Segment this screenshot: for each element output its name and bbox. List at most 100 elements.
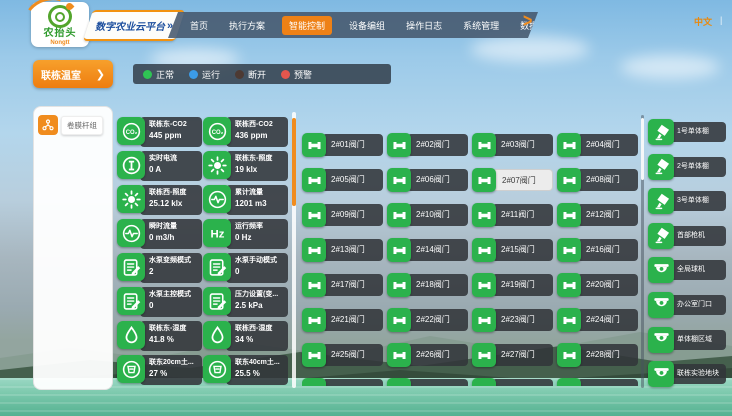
valve-button[interactable]: 2#09阀门 <box>302 203 386 229</box>
sensor-tile[interactable]: 联栋东-湿度 41.8 % <box>117 321 202 351</box>
valve-button[interactable]: 2#11阀门 <box>472 203 556 229</box>
valve-label: 2#06阀门 <box>407 169 468 191</box>
nav-item[interactable]: 视频中心 <box>573 16 617 35</box>
nav-item[interactable]: 首页 <box>186 16 212 35</box>
sensor-tile[interactable]: 联栋西-照度 25.12 klx <box>117 185 202 215</box>
valve-button[interactable]: 2#28阀门 <box>557 343 641 369</box>
logo-subtext: Nongtt <box>50 40 69 47</box>
logo[interactable]: 农抬头 Nongtt <box>31 2 89 47</box>
valve-button[interactable]: 2#03阀门 <box>472 133 556 159</box>
valve-button[interactable]: 2#16阀门 <box>557 238 641 264</box>
valve-icon <box>557 133 581 157</box>
camera-button[interactable]: 1号单体棚 <box>648 119 726 145</box>
sensor-tile[interactable]: 联东40cm土... 25.5 % <box>203 355 288 385</box>
camera-button[interactable]: 单体棚区域 <box>648 327 726 353</box>
sensor-tile[interactable]: 联东20cm土... 27 % <box>117 355 202 385</box>
camera-button[interactable]: 办公室门口 <box>648 292 726 318</box>
valve-button[interactable]: 2#06阀门 <box>387 168 471 194</box>
sensor-value: 19 klx <box>235 164 285 175</box>
valve-label: 2#07阀门 <box>492 169 553 191</box>
valve-label: 2#22阀门 <box>407 309 468 331</box>
legend-entry: 断开 <box>235 68 266 81</box>
camera-button[interactable]: 全局球机 <box>648 257 726 283</box>
camera-scrollbar-thumb[interactable] <box>641 118 644 180</box>
valve-button[interactable]: 2#12阀门 <box>557 203 641 229</box>
cloud-decoration <box>470 36 590 62</box>
valve-label: 2#08阀门 <box>577 169 638 191</box>
valve-button[interactable]: 2#04阀门 <box>557 133 641 159</box>
sensor-tile[interactable]: 联栋西-CO2 436 ppm CO₂ <box>203 117 288 147</box>
sensor-tile[interactable]: 瞬时流量 0 m3/h <box>117 219 202 249</box>
sensor-tile[interactable]: 水泵主控模式 0 <box>117 287 202 317</box>
nav-item[interactable]: 智能控制 <box>282 16 332 35</box>
sensor-scrollbar-thumb[interactable] <box>292 118 296 206</box>
nav-item[interactable]: 系统管理 <box>459 16 503 35</box>
valve-grid: 2#01阀门 2#02阀门 2#03阀门 2#04阀门 2#05阀门 2#06阀… <box>302 133 641 369</box>
legend-label: 预警 <box>294 68 312 81</box>
valve-button[interactable]: 2#05阀门 <box>302 168 386 194</box>
camera-label: 首部枪机 <box>670 226 726 246</box>
valve-button[interactable]: 2#13阀门 <box>302 238 386 264</box>
sensor-grid: 联栋东-CO2 445 ppm CO₂ 联栋西-CO2 436 ppm CO₂ … <box>117 117 288 385</box>
valve-icon <box>387 308 411 332</box>
valve-button[interactable]: 2#14阀门 <box>387 238 471 264</box>
sensor-name: 瞬时流量 <box>149 222 199 232</box>
sensor-tile[interactable]: 实时电流 0 A <box>117 151 202 181</box>
nav-expand-icon[interactable]: > <box>523 11 532 33</box>
sensor-tile[interactable]: 压力设置(变... 2.5 kPa <box>203 287 288 317</box>
valve-button[interactable]: 2#25阀门 <box>302 343 386 369</box>
sensor-value: 445 ppm <box>149 130 199 141</box>
valve-button[interactable]: 2#07阀门 <box>472 168 556 194</box>
nav-item[interactable]: 设备编组 <box>345 16 389 35</box>
valve-label: 2#09阀门 <box>322 204 383 226</box>
valve-button[interactable]: 2#26阀门 <box>387 343 471 369</box>
nav-item[interactable]: 操作日志 <box>402 16 446 35</box>
valve-button[interactable]: 2#08阀门 <box>557 168 641 194</box>
valve-icon <box>302 343 326 367</box>
sensor-tile[interactable]: 联栋东-CO2 445 ppm CO₂ <box>117 117 202 147</box>
valve-label: 2#13阀门 <box>322 239 383 261</box>
sensor-tile[interactable]: 联栋西-湿度 34 % <box>203 321 288 351</box>
valve-button[interactable]: 2#02阀门 <box>387 133 471 159</box>
valve-button[interactable]: 2#01阀门 <box>302 133 386 159</box>
status-dot-icon <box>281 70 290 79</box>
sensor-tile[interactable]: 运行频率 0 Hz Hz <box>203 219 288 249</box>
camera-button[interactable]: 2号单体棚 <box>648 154 726 180</box>
main-nav: 首页执行方案智能控制设备编组操作日志系统管理数据中心视频中心 <box>168 12 538 38</box>
valve-button[interactable]: 2#20阀门 <box>557 273 641 299</box>
dome-camera-icon <box>648 361 674 387</box>
greenhouse-group-button[interactable]: 联栋温室 ❯ <box>33 60 113 88</box>
page-title: 数字农业云平台 <box>95 18 165 33</box>
sensor-tile[interactable]: 水泵变频模式 2 <box>117 253 202 283</box>
nav-item-label: 设备编组 <box>349 21 385 31</box>
valve-button[interactable]: 2#22阀门 <box>387 308 471 334</box>
valve-button[interactable]: 2#19阀门 <box>472 273 556 299</box>
nav-item[interactable]: 执行方案 <box>225 16 269 35</box>
valve-button[interactable]: 2#10阀门 <box>387 203 471 229</box>
sensor-name: 联东40cm土... <box>235 358 285 368</box>
valve-button[interactable]: 2#18阀门 <box>387 273 471 299</box>
valve-button[interactable]: 2#27阀门 <box>472 343 556 369</box>
valve-icon <box>472 378 496 386</box>
humidity-icon <box>117 321 145 349</box>
valve-button[interactable]: 2#15阀门 <box>472 238 556 264</box>
language-switch[interactable]: 中文 <box>694 15 712 28</box>
sensor-tile[interactable]: 累计流量 1201 m3 <box>203 185 288 215</box>
valve-button[interactable]: 2#17阀门 <box>302 273 386 299</box>
valve-button[interactable]: 2#21阀门 <box>302 308 386 334</box>
nav-item-label: 首页 <box>190 21 208 31</box>
device-group-item[interactable]: 卷膜杆组 <box>38 115 108 135</box>
status-dot-icon <box>143 70 152 79</box>
camera-button[interactable]: 联栋实验地块 <box>648 361 726 387</box>
sensor-tile[interactable]: 水泵手动模式 0 <box>203 253 288 283</box>
flow-icon <box>117 219 145 247</box>
camera-button[interactable]: 首部枪机 <box>648 223 726 249</box>
sensor-tile[interactable]: 联栋东-照度 19 klx <box>203 151 288 181</box>
valve-button[interactable]: 2#23阀门 <box>472 308 556 334</box>
sensor-value: 436 ppm <box>235 130 285 141</box>
camera-button[interactable]: 3号单体棚 <box>648 188 726 214</box>
sensor-scrollbar[interactable] <box>292 112 296 388</box>
camera-scrollbar[interactable] <box>641 115 644 388</box>
chevron-right-icon: ❯ <box>96 68 105 81</box>
valve-button[interactable]: 2#24阀门 <box>557 308 641 334</box>
